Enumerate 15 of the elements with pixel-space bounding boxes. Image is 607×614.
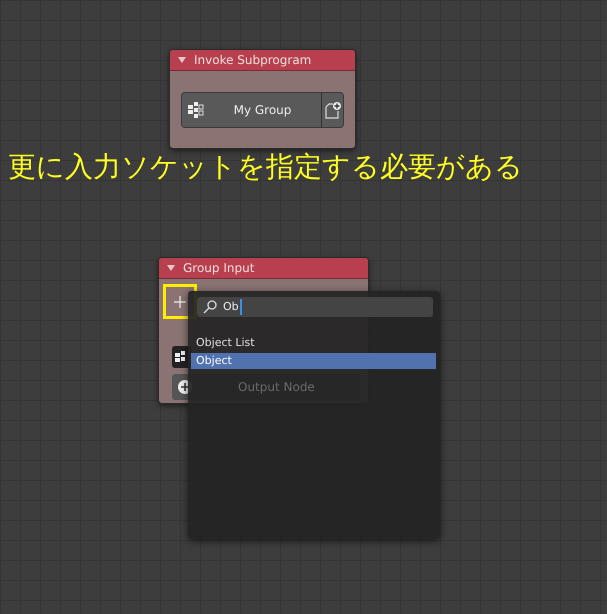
node-title: Invoke Subprogram: [194, 52, 312, 69]
search-field[interactable]: Ob: [197, 297, 433, 317]
new-file-icon[interactable]: [324, 101, 340, 119]
collapse-triangle-icon[interactable]: [167, 264, 175, 272]
collapse-triangle-icon[interactable]: [178, 56, 186, 64]
annotation-text: 更に入力ソケットを指定する必要がある: [8, 149, 523, 185]
button-label: Output Node: [238, 379, 315, 396]
group-name: My Group: [232, 102, 292, 119]
node-title: Group Input: [183, 260, 254, 277]
group-selector[interactable]: My Group: [181, 92, 344, 128]
node-tree-icon: [188, 102, 204, 118]
search-icon: [203, 300, 217, 314]
result-item[interactable]: Object List: [191, 335, 436, 351]
result-item[interactable]: Object: [191, 353, 436, 369]
add-icon[interactable]: [174, 296, 186, 308]
